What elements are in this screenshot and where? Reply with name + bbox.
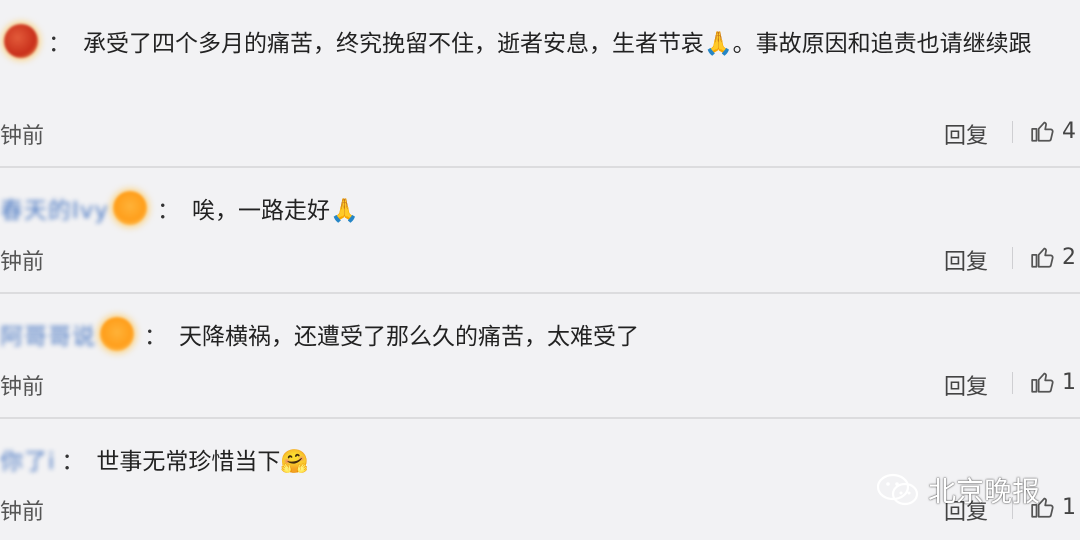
like-count: 1 — [1062, 494, 1076, 520]
reply-button[interactable]: 回复 — [944, 244, 988, 276]
avatar[interactable] — [4, 24, 38, 58]
colon: ： — [157, 198, 181, 224]
reply-button[interactable]: 回复 — [944, 369, 988, 401]
like-button[interactable]: 2 — [1030, 244, 1076, 270]
thumbs-up-icon — [1031, 247, 1054, 268]
comment-line: 春天的Ivy ： 唉，一路走好🙏 — [0, 191, 359, 225]
username[interactable]: 阿哥哥说 — [0, 317, 96, 351]
divider — [1012, 121, 1013, 143]
thumbs-up-icon — [1031, 372, 1054, 393]
colon: ： — [61, 449, 85, 475]
like-button[interactable]: 1 — [1030, 369, 1076, 395]
username[interactable]: 春天的Ivy — [0, 191, 109, 225]
like-count: 4 — [1062, 118, 1076, 144]
divider — [1012, 247, 1013, 269]
comment-text: 承受了四个多月的痛苦，终究挽留不住，逝者安息，生者节哀🙏。事故原因和追责也请继续… — [83, 31, 1032, 57]
comment-time: 钟前 — [0, 500, 45, 525]
wechat-icon — [876, 473, 919, 506]
comment-time: 钟前 — [0, 124, 45, 149]
watermark: 北京晚报 — [876, 470, 1040, 510]
comment-item: 春天的Ivy ： 唉，一路走好🙏 钟前 回复 2 — [0, 167, 1080, 292]
comment-item: ： 承受了四个多月的痛苦，终究挽留不住，逝者安息，生者节哀🙏。事故原因和追责也请… — [0, 0, 1080, 166]
comment-text: 天降横祸，还遭受了那么久的痛苦，太难受了 — [179, 324, 639, 350]
divider — [1012, 372, 1013, 394]
like-count: 2 — [1062, 244, 1076, 270]
avatar[interactable] — [113, 191, 148, 225]
comment-time: 钟前 — [0, 250, 45, 275]
reply-button[interactable]: 回复 — [944, 118, 988, 150]
comment-text: 唉，一路走好🙏 — [192, 198, 359, 224]
like-count: 1 — [1062, 369, 1076, 395]
comment-line: ： 承受了四个多月的痛苦，终究挽留不住，逝者安息，生者节哀🙏。事故原因和追责也请… — [0, 24, 1032, 58]
watermark-text: 北京晚报 — [928, 475, 1041, 508]
comment-item: 阿哥哥说 ： 天降横祸，还遭受了那么久的痛苦，太难受了 钟前 回复 1 — [0, 293, 1080, 417]
like-button[interactable]: 4 — [1030, 118, 1076, 144]
comment-line: 你了i ： 世事无常珍惜当下🤗 — [0, 442, 309, 476]
comment-time: 钟前 — [0, 375, 45, 400]
colon: ： — [144, 324, 167, 350]
username[interactable]: 你了i — [0, 442, 55, 476]
colon: ： — [48, 31, 71, 57]
avatar[interactable] — [100, 317, 134, 351]
comment-line: 阿哥哥说 ： 天降横祸，还遭受了那么久的痛苦，太难受了 — [0, 317, 639, 351]
comment-text: 世事无常珍惜当下🤗 — [96, 449, 310, 475]
thumbs-up-icon — [1031, 121, 1054, 142]
